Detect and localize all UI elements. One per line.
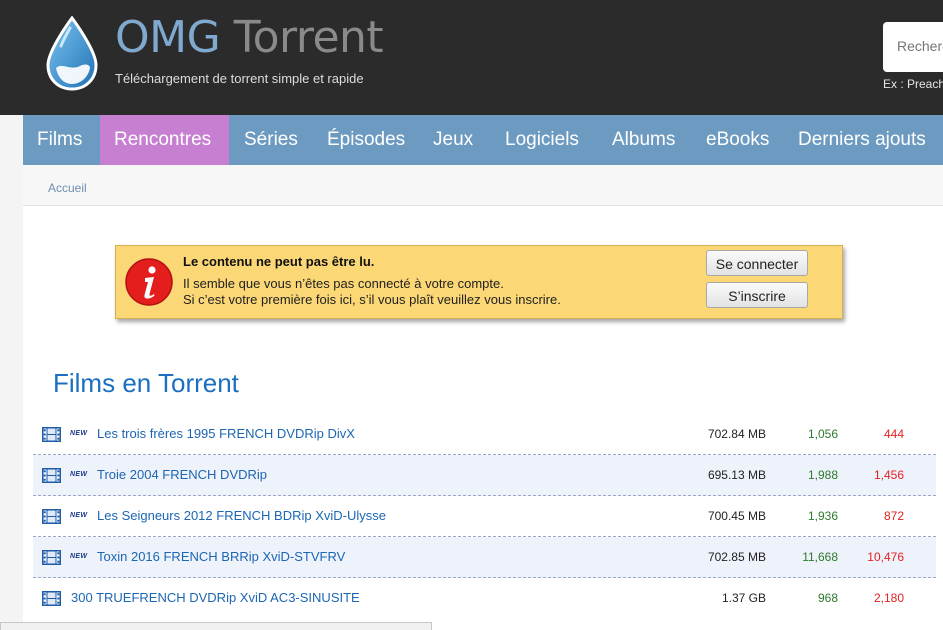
- torrent-seeders: 11,668: [802, 550, 838, 564]
- torrent-title-link[interactable]: 300 TRUEFRENCH DVDRip XviD AC3-SINUSITE: [71, 590, 360, 605]
- torrent-seeders: 968: [817, 591, 838, 605]
- torrent-title-link[interactable]: Toxin 2016 FRENCH BRRip XviD-STVFRV: [97, 549, 345, 564]
- torrent-seeders: 1,988: [807, 468, 838, 482]
- torrent-size: 700.45 MB: [707, 509, 766, 523]
- film-icon: [42, 550, 61, 570]
- film-icon: [42, 591, 61, 611]
- new-badge: NEW: [70, 553, 88, 560]
- main-nav: Films Rencontres Séries Épisodes Jeux Lo…: [23, 115, 943, 165]
- torrent-seeders: 1,936: [807, 509, 838, 523]
- info-icon: [124, 257, 174, 312]
- site-logo-text[interactable]: OMG Torrent: [115, 12, 384, 63]
- film-icon: [42, 468, 61, 488]
- torrent-row: NEW Toxin 2016 FRENCH BRRip XviD-STVFRV …: [33, 537, 936, 578]
- new-badge: NEW: [70, 512, 88, 519]
- torrent-size: 1.37 GB: [721, 591, 766, 605]
- status-bar: [0, 622, 432, 630]
- signup-button[interactable]: S’inscrire: [706, 282, 808, 308]
- torrent-seeders: 1,056: [807, 427, 838, 441]
- login-required-alert: Le contenu ne peut pas être lu. Il sembl…: [115, 245, 843, 319]
- alert-message-line-2: Si c’est votre première fois ici, s’il v…: [183, 292, 561, 307]
- torrent-row: NEW Les trois frères 1995 FRENCH DVDRip …: [33, 414, 936, 455]
- search-box: [883, 22, 943, 72]
- torrent-size: 695.13 MB: [707, 468, 766, 482]
- search-example: Ex : Preacher: [883, 77, 943, 91]
- search-input[interactable]: [897, 38, 943, 54]
- torrent-leechers: 2,180: [873, 591, 904, 605]
- torrent-leechers: 444: [883, 427, 904, 441]
- water-drop-logo-icon[interactable]: [46, 15, 98, 97]
- logo-text-torrent: Torrent: [233, 12, 384, 63]
- torrent-leechers: 872: [883, 509, 904, 523]
- site-tagline: Téléchargement de torrent simple et rapi…: [115, 71, 364, 86]
- film-icon: [42, 509, 61, 529]
- site-header: OMG Torrent Téléchargement de torrent si…: [0, 0, 943, 115]
- nav-item-derniers-ajouts[interactable]: Derniers ajouts: [784, 115, 940, 165]
- nav-item-rencontres[interactable]: Rencontres: [100, 115, 229, 165]
- nav-item-episodes[interactable]: Épisodes: [313, 115, 419, 165]
- film-icon: [42, 427, 61, 447]
- torrent-row: NEW Troie 2004 FRENCH DVDRip 695.13 MB 1…: [33, 455, 936, 496]
- breadcrumb: Accueil: [23, 165, 943, 206]
- torrent-row: NEW Les Seigneurs 2012 FRENCH BDRip XviD…: [33, 496, 936, 537]
- torrent-title-link[interactable]: Les Seigneurs 2012 FRENCH BDRip XviD-Uly…: [97, 508, 386, 523]
- nav-item-jeux[interactable]: Jeux: [419, 115, 487, 165]
- login-button[interactable]: Se connecter: [706, 250, 808, 276]
- alert-message-line-1: Il semble que vous n’êtes pas connecté à…: [183, 276, 504, 291]
- new-badge: NEW: [70, 471, 88, 478]
- nav-item-logiciels[interactable]: Logiciels: [491, 115, 593, 165]
- torrent-row: 300 TRUEFRENCH DVDRip XviD AC3-SINUSITE …: [33, 578, 936, 618]
- logo-text-omg: OMG: [115, 12, 221, 63]
- alert-title: Le contenu ne peut pas être lu.: [183, 254, 375, 269]
- breadcrumb-home-link[interactable]: Accueil: [48, 181, 87, 195]
- torrent-title-link[interactable]: Les trois frères 1995 FRENCH DVDRip DivX: [97, 426, 355, 441]
- nav-item-albums[interactable]: Albums: [598, 115, 689, 165]
- nav-item-series[interactable]: Séries: [230, 115, 312, 165]
- nav-item-films[interactable]: Films: [23, 115, 96, 165]
- torrent-list: NEW Les trois frères 1995 FRENCH DVDRip …: [33, 414, 936, 618]
- torrent-title-link[interactable]: Troie 2004 FRENCH DVDRip: [97, 467, 267, 482]
- torrent-size: 702.84 MB: [707, 427, 766, 441]
- section-title: Films en Torrent: [53, 368, 239, 398]
- torrent-size: 702.85 MB: [707, 550, 766, 564]
- nav-item-ebooks[interactable]: eBooks: [692, 115, 783, 165]
- new-badge: NEW: [70, 430, 88, 437]
- torrent-leechers: 1,456: [873, 468, 904, 482]
- main-content: Accueil Le contenu ne peut pas être lu. …: [23, 165, 943, 630]
- torrent-leechers: 10,476: [867, 550, 904, 564]
